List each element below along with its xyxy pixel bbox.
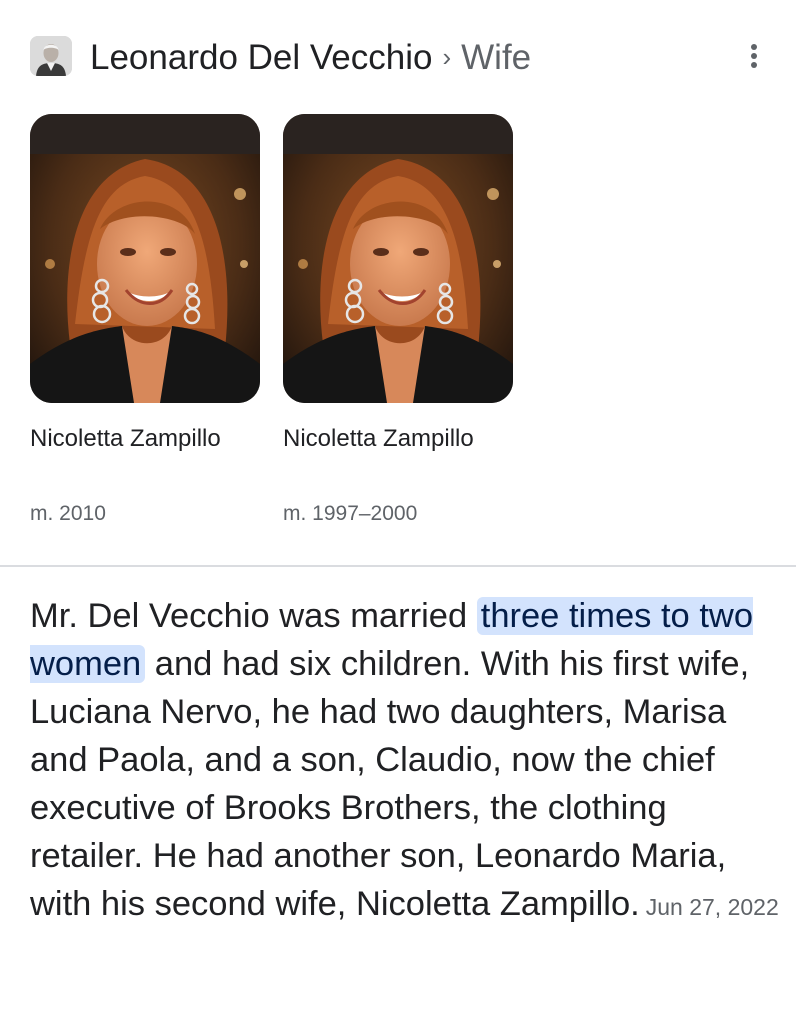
knowledge-panel: Leonardo Del Vecchio › Wife Nicoletta Za… — [0, 0, 796, 1024]
breadcrumb-attribute: Wife — [461, 38, 532, 77]
entity-avatar[interactable] — [30, 36, 72, 76]
person-photo-icon — [30, 36, 72, 76]
snippet-text-after: and had six children. With his first wif… — [30, 645, 750, 923]
featured-snippet-text: Mr. Del Vecchio was married three times … — [30, 592, 780, 931]
more-vert-icon — [751, 44, 757, 68]
spouse-name: Nicoletta Zampillo — [283, 425, 474, 452]
snippet-date: Jun 27, 2022 — [645, 894, 779, 920]
breadcrumb: Leonardo Del Vecchio › Wife — [90, 34, 531, 82]
marriage-years: m. 1997–2000 — [283, 502, 418, 525]
marriage-years: m. 2010 — [30, 502, 106, 525]
spouse-card[interactable]: Nicoletta Zampillo m. 2010 — [30, 114, 260, 525]
snippet-text-before: Mr. Del Vecchio was married — [30, 597, 477, 635]
spouse-photo — [30, 114, 260, 403]
section-divider — [0, 565, 796, 567]
spouse-card[interactable]: Nicoletta Zampillo m. 1997–2000 — [283, 114, 513, 525]
spouse-name: Nicoletta Zampillo — [30, 425, 221, 452]
more-options-button[interactable] — [736, 38, 772, 74]
breadcrumb-separator: › — [442, 41, 452, 72]
spouse-photo — [283, 114, 513, 403]
header: Leonardo Del Vecchio › Wife — [0, 0, 796, 110]
breadcrumb-entity-link[interactable]: Leonardo Del Vecchio — [90, 38, 432, 78]
